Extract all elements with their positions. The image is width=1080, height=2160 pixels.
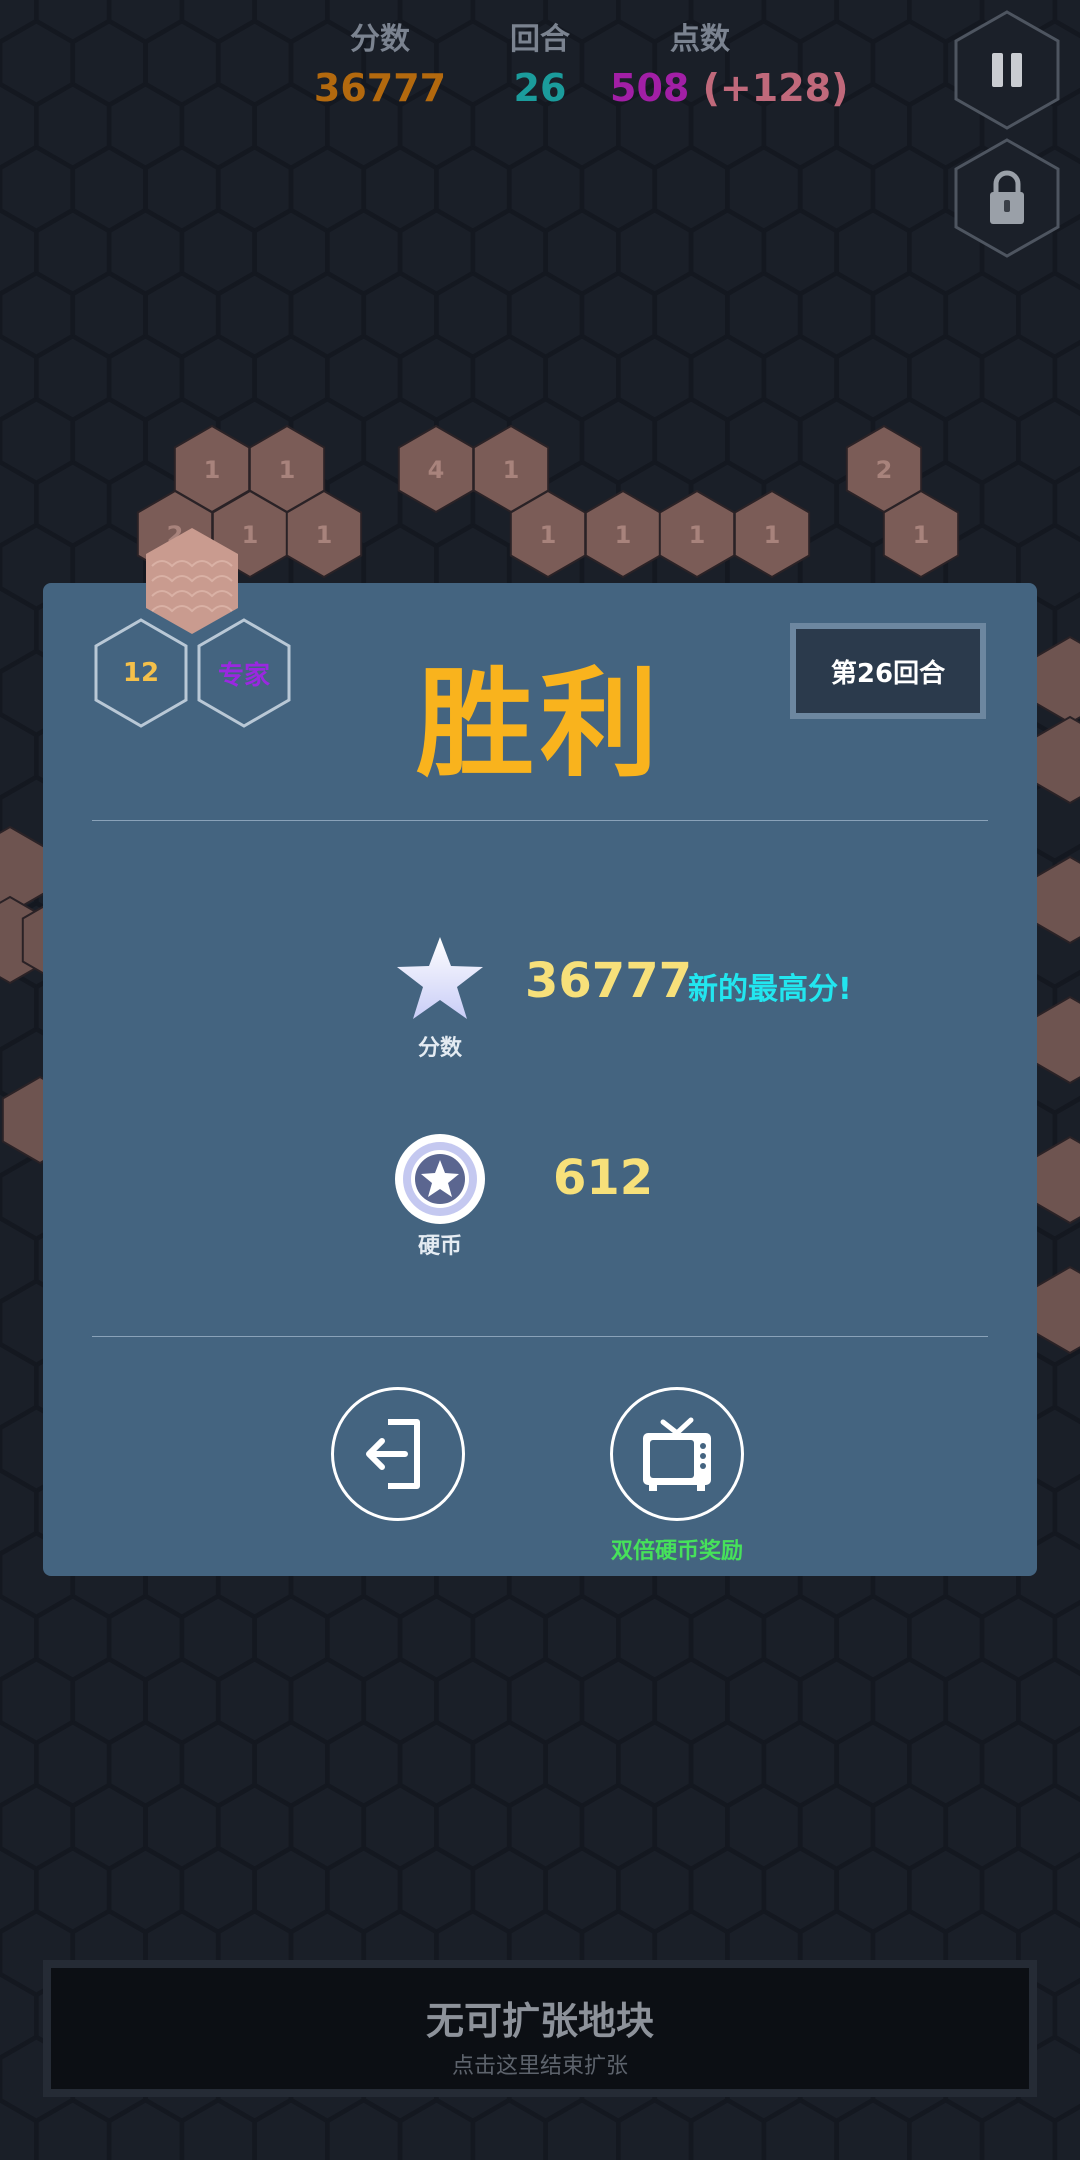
board-tile-label: 1 — [503, 456, 520, 484]
score-icon-label: 分数 — [417, 1036, 462, 1061]
round-value: 26 — [513, 66, 567, 110]
board-edge-tile — [1031, 995, 1080, 1085]
divider-top — [92, 820, 988, 821]
coin-icon-label: 硬币 — [417, 1234, 462, 1259]
board-edge-tile — [1031, 1135, 1080, 1225]
new-highscore-text: 新的最高分! — [688, 972, 852, 1007]
board-tile-label: 1 — [540, 521, 557, 549]
board-tile-label: 1 — [689, 521, 706, 549]
divider-bottom — [92, 1336, 988, 1337]
board-tile-label: 1 — [913, 521, 930, 549]
lock-icon — [990, 170, 1024, 224]
pause-icon — [992, 53, 1022, 87]
board-tile-label: 1 — [279, 456, 296, 484]
end-expansion-hint: 点击这里结束扩张 — [451, 2054, 628, 2079]
coin-icon — [395, 1134, 485, 1224]
double-reward-label: 双倍硬币奖励 — [610, 1539, 743, 1564]
board-tile-label: 1 — [316, 521, 333, 549]
score-stat: 分数 36777 — [300, 20, 460, 116]
board-tile: 1 — [733, 489, 811, 579]
round-badge: 第26回合 — [790, 623, 986, 719]
victory-dialog: 12 专家 胜利 第26回合 分数 36777 新的最高分! 硬币 612 双倍… — [43, 583, 1037, 1576]
points-value: 508 — [610, 66, 690, 110]
tv-icon — [643, 1417, 711, 1491]
exit-button[interactable] — [331, 1387, 465, 1521]
lock-button[interactable] — [952, 138, 1062, 258]
points-bonus: (+128) — [702, 66, 849, 110]
board-edge-tile — [1031, 855, 1080, 945]
board-edge-tile — [1031, 715, 1080, 805]
board-edge-tile — [1031, 1265, 1080, 1355]
board-tile: 1 — [584, 489, 662, 579]
board-tile: 4 — [397, 424, 475, 514]
board-tile-label: 1 — [615, 521, 632, 549]
double-reward-button[interactable] — [610, 1387, 744, 1521]
points-label: 点数 — [670, 22, 730, 57]
points-value-row: 508 (+128) — [610, 60, 848, 116]
star-icon — [397, 937, 483, 1019]
points-stat: 点数 508 (+128) — [610, 20, 848, 116]
dialog-score-value: 36777 — [525, 953, 692, 1009]
board-tile-label: 1 — [242, 521, 259, 549]
top-hud: 分数 36777 回合 26 点数 508 (+128) — [0, 20, 1080, 130]
score-value: 36777 — [313, 66, 447, 110]
exit-icon — [366, 1419, 420, 1489]
board-tile: 1 — [658, 489, 736, 579]
board-tile-label: 4 — [428, 456, 445, 484]
end-expansion-button[interactable]: 无可扩张地块 点击这里结束扩张 — [43, 1960, 1037, 2097]
coin-value: 612 — [553, 1150, 654, 1206]
round-label: 回合 — [510, 22, 570, 57]
board-tile-label: 1 — [204, 456, 221, 484]
no-expandable-text: 无可扩张地块 — [425, 1999, 654, 2043]
selected-tile — [146, 528, 238, 634]
board-tile-label: 1 — [764, 521, 781, 549]
pause-button[interactable] — [952, 10, 1062, 130]
board-tile-label: 2 — [876, 456, 893, 484]
round-stat: 回合 26 — [480, 20, 600, 116]
board-edge-tile — [1031, 635, 1080, 725]
score-label: 分数 — [350, 22, 410, 57]
